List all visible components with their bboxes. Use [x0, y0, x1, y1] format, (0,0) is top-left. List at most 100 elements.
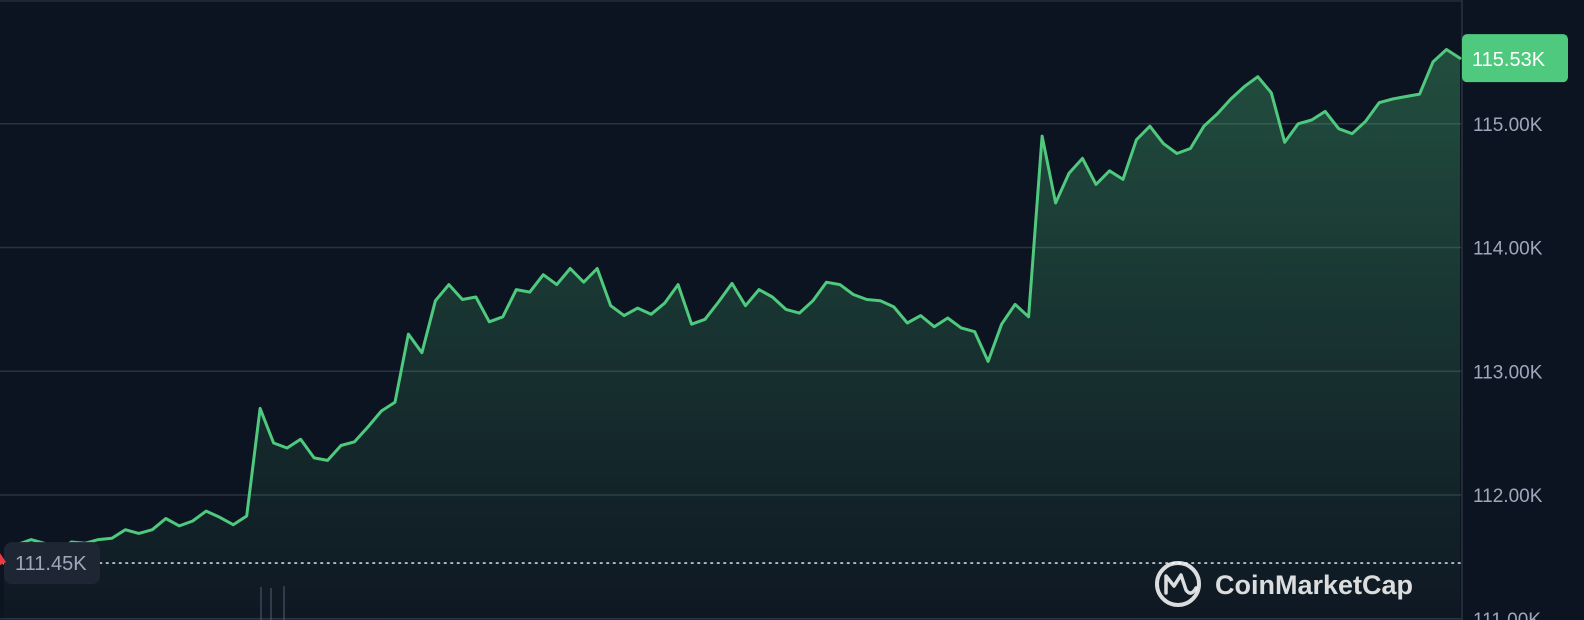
data-point[interactable]: [1338, 128, 1340, 130]
data-point[interactable]: [583, 281, 585, 283]
data-point[interactable]: [933, 326, 935, 328]
data-point[interactable]: [259, 407, 261, 409]
data-point[interactable]: [636, 307, 638, 309]
data-point[interactable]: [920, 314, 922, 316]
data-point[interactable]: [1216, 113, 1218, 115]
data-point[interactable]: [1351, 133, 1353, 135]
data-point[interactable]: [1135, 139, 1137, 141]
data-point[interactable]: [1108, 170, 1110, 172]
data-point[interactable]: [380, 410, 382, 412]
data-point[interactable]: [502, 316, 504, 318]
data-point[interactable]: [353, 441, 355, 443]
price-chart[interactable]: 111.00K 112.00K 113.00K 114.00K 115.00K 111.4…: [0, 0, 1584, 620]
data-point[interactable]: [1095, 183, 1097, 185]
data-point[interactable]: [461, 298, 463, 300]
data-point[interactable]: [1162, 142, 1164, 144]
data-point[interactable]: [690, 323, 692, 325]
data-point[interactable]: [947, 317, 949, 319]
data-point[interactable]: [812, 300, 814, 302]
data-point[interactable]: [987, 360, 989, 362]
data-point[interactable]: [1014, 303, 1016, 305]
data-point[interactable]: [731, 282, 733, 284]
data-point[interactable]: [1432, 61, 1434, 63]
data-point[interactable]: [97, 538, 99, 540]
data-point[interactable]: [650, 313, 652, 315]
data-point[interactable]: [272, 442, 274, 444]
data-point[interactable]: [893, 306, 895, 308]
data-point[interactable]: [1149, 125, 1151, 127]
data-point[interactable]: [744, 305, 746, 307]
chart-svg[interactable]: 111.00K 112.00K 113.00K 114.00K 115.00K 111.4…: [0, 0, 1584, 620]
data-point[interactable]: [825, 281, 827, 283]
data-point[interactable]: [596, 267, 598, 269]
data-point[interactable]: [1284, 141, 1286, 143]
data-point[interactable]: [515, 288, 517, 290]
data-point[interactable]: [111, 537, 113, 539]
data-point[interactable]: [1270, 92, 1272, 94]
data-point[interactable]: [1176, 152, 1178, 154]
data-point[interactable]: [299, 438, 301, 440]
data-point[interactable]: [542, 274, 544, 276]
data-point[interactable]: [219, 516, 221, 518]
data-point[interactable]: [1000, 323, 1002, 325]
data-point[interactable]: [448, 283, 450, 285]
data-point[interactable]: [124, 529, 126, 531]
data-point[interactable]: [1405, 95, 1407, 97]
data-point[interactable]: [960, 327, 962, 329]
data-point[interactable]: [663, 302, 665, 304]
data-point[interactable]: [1257, 76, 1259, 78]
data-point[interactable]: [879, 300, 881, 302]
data-point[interactable]: [488, 321, 490, 323]
data-point[interactable]: [30, 538, 32, 540]
data-point[interactable]: [475, 296, 477, 298]
data-point[interactable]: [1418, 93, 1420, 95]
data-point[interactable]: [610, 305, 612, 307]
data-point[interactable]: [1378, 102, 1380, 104]
data-point[interactable]: [205, 510, 207, 512]
data-point[interactable]: [839, 283, 841, 285]
data-point[interactable]: [165, 517, 167, 519]
data-point[interactable]: [677, 283, 679, 285]
data-point[interactable]: [1054, 202, 1056, 204]
data-point[interactable]: [178, 525, 180, 527]
data-point[interactable]: [340, 444, 342, 446]
data-point[interactable]: [556, 283, 558, 285]
data-point[interactable]: [974, 331, 976, 333]
data-point[interactable]: [569, 267, 571, 269]
data-point[interactable]: [1324, 110, 1326, 112]
data-point[interactable]: [1203, 125, 1205, 127]
data-point[interactable]: [286, 447, 288, 449]
data-point[interactable]: [138, 532, 140, 534]
data-point[interactable]: [623, 314, 625, 316]
data-point[interactable]: [326, 459, 328, 461]
data-point[interactable]: [151, 529, 153, 531]
data-point[interactable]: [1364, 120, 1366, 122]
data-point[interactable]: [758, 288, 760, 290]
data-point[interactable]: [192, 520, 194, 522]
data-point[interactable]: [704, 318, 706, 320]
data-point[interactable]: [1230, 98, 1232, 100]
data-point[interactable]: [1311, 119, 1313, 121]
data-point[interactable]: [1041, 135, 1043, 137]
data-point[interactable]: [1068, 172, 1070, 174]
data-point[interactable]: [1459, 57, 1461, 59]
data-point[interactable]: [394, 401, 396, 403]
data-point[interactable]: [1027, 316, 1029, 318]
data-point[interactable]: [246, 515, 248, 517]
data-point[interactable]: [798, 312, 800, 314]
data-point[interactable]: [906, 322, 908, 324]
data-point[interactable]: [1243, 85, 1245, 87]
data-point[interactable]: [434, 300, 436, 302]
data-point[interactable]: [1189, 147, 1191, 149]
data-point[interactable]: [421, 352, 423, 354]
data-point[interactable]: [313, 457, 315, 459]
data-point[interactable]: [529, 291, 531, 293]
data-point[interactable]: [717, 301, 719, 303]
data-point[interactable]: [852, 293, 854, 295]
data-point[interactable]: [1445, 48, 1447, 50]
data-point[interactable]: [232, 524, 234, 526]
data-point[interactable]: [771, 296, 773, 298]
data-point[interactable]: [367, 426, 369, 428]
data-point[interactable]: [1391, 98, 1393, 100]
data-point[interactable]: [866, 298, 868, 300]
